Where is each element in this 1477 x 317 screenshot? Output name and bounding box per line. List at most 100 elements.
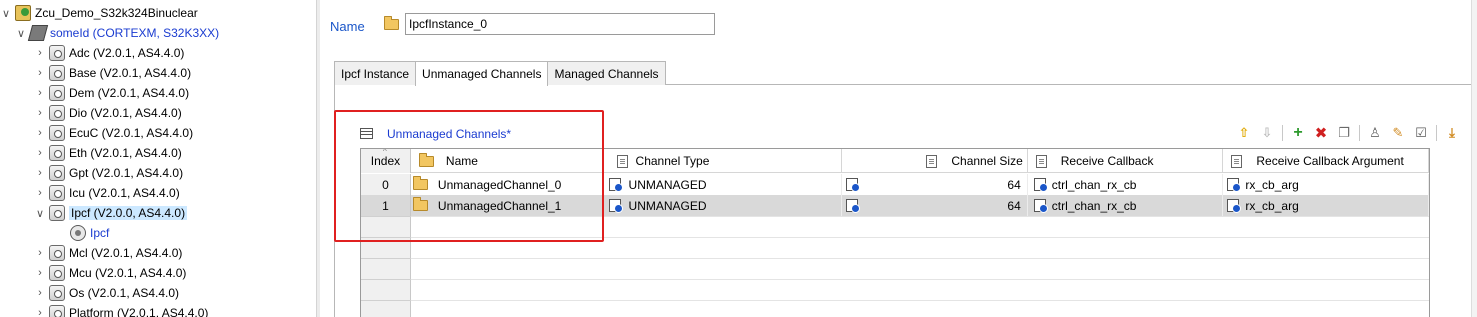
grid-line <box>411 258 1429 259</box>
tree-node-module[interactable]: › Platform (V2.0.1, AS4.4.0) <box>34 304 208 317</box>
tree-node-module[interactable]: › Gpt (V2.0.1, AS4.4.0) <box>34 164 183 182</box>
chevron-right-icon[interactable]: › <box>34 244 46 262</box>
chevron-down-icon[interactable]: ∨ <box>34 204 46 222</box>
tree-module-label: Eth (V2.0.1, AS4.4.0) <box>69 146 182 160</box>
grid-line <box>411 216 1429 217</box>
tree-node-project[interactable]: ∨ Zcu_Demo_S32k324Binuclear <box>0 4 198 22</box>
cell-receive-callback-label: ctrl_chan_rx_cb <box>1051 177 1137 192</box>
tree-module-label: Gpt (V2.0.1, AS4.4.0) <box>69 166 184 180</box>
toolbar-separator <box>1436 125 1437 141</box>
cell-receive-callback-argument-label: rx_cb_arg <box>1245 177 1299 192</box>
header-channel-size[interactable]: Channel Size <box>842 149 1028 173</box>
chevron-right-icon[interactable]: › <box>34 44 46 62</box>
tree-module-label: Icu (V2.0.1, AS4.4.0) <box>69 186 180 200</box>
tree-module-label: Mcl (V2.0.1, AS4.4.0) <box>69 246 183 260</box>
cell-name[interactable]: UnmanagedChannel_0 <box>411 174 603 195</box>
cell-channel-size-label: 64 <box>1007 198 1021 213</box>
tree-node-module[interactable]: › Mcu (V2.0.1, AS4.4.0) <box>34 264 186 282</box>
enum-value-icon <box>608 178 623 192</box>
cell-receive-callback[interactable]: ctrl_chan_rx_cb <box>1028 174 1224 195</box>
header-index[interactable]: Index ^ <box>361 149 411 173</box>
document-icon <box>1035 154 1047 168</box>
header-receive-callback[interactable]: Receive Callback <box>1028 149 1224 173</box>
tree-node-module[interactable]: › Icu (V2.0.1, AS4.4.0) <box>34 184 180 202</box>
tree-node-module[interactable]: › Eth (V2.0.1, AS4.4.0) <box>34 144 182 162</box>
folder-icon <box>412 176 428 190</box>
cell-name[interactable]: UnmanagedChannel_1 <box>411 195 603 216</box>
sort-indicator-icon: ^ <box>383 148 387 156</box>
chevron-right-icon[interactable]: › <box>34 84 46 102</box>
tree-node-ipcf-config[interactable]: Ipcf <box>70 224 109 242</box>
move-down-icon[interactable]: ⇩ <box>1259 125 1275 141</box>
tree-node-module[interactable]: › Mcl (V2.0.1, AS4.4.0) <box>34 244 182 262</box>
cell-channel-type[interactable]: UNMANAGED <box>603 195 843 216</box>
folder-icon <box>412 197 428 211</box>
tree-node-module[interactable]: › Dio (V2.0.1, AS4.4.0) <box>34 104 182 122</box>
tab-bar: Ipcf Instance Unmanaged Channels Managed… <box>334 61 666 86</box>
chevron-right-icon[interactable]: › <box>34 124 46 142</box>
tree-module-label: Dem (V2.0.1, AS4.4.0) <box>69 86 190 100</box>
tree-node-module[interactable]: › Adc (V2.0.1, AS4.4.0) <box>34 44 184 62</box>
tab-managed-channels[interactable]: Managed Channels <box>547 61 666 85</box>
cell-receive-callback-argument[interactable]: rx_cb_arg <box>1223 174 1429 195</box>
tree-module-label: Base (V2.0.1, AS4.4.0) <box>69 66 192 80</box>
chevron-right-icon[interactable]: › <box>34 184 46 202</box>
module-icon <box>49 205 65 221</box>
module-icon <box>49 165 65 181</box>
cell-receive-callback[interactable]: ctrl_chan_rx_cb <box>1028 195 1224 216</box>
chevron-right-icon[interactable]: › <box>34 104 46 122</box>
grid-line <box>361 237 411 238</box>
header-name[interactable]: Name <box>411 149 603 173</box>
cell-name-label: UnmanagedChannel_1 <box>437 198 562 213</box>
grid-line <box>411 279 1429 280</box>
tree-node-module[interactable]: › Os (V2.0.1, AS4.4.0) <box>34 284 179 302</box>
vertical-scrollbar[interactable] <box>1471 0 1477 317</box>
edit-icon[interactable]: ✎ <box>1390 125 1406 141</box>
user-icon[interactable]: ♙ <box>1367 125 1383 141</box>
string-value-icon <box>1227 178 1242 192</box>
tree-node-target[interactable]: ∨ someId (CORTEXM, S32K3XX) <box>15 24 219 42</box>
delete-icon[interactable]: ✖ <box>1313 125 1329 142</box>
cell-index: 0 <box>361 174 411 195</box>
cell-channel-size[interactable]: 64 <box>842 174 1028 195</box>
header-receive-callback-argument[interactable]: Receive Callback Argument <box>1223 149 1429 173</box>
copy-icon[interactable]: ❐ <box>1336 125 1352 141</box>
chevron-right-icon[interactable]: › <box>34 144 46 162</box>
tree-module-label: Dio (V2.0.1, AS4.4.0) <box>69 106 182 120</box>
chevron-down-icon[interactable]: ∨ <box>15 24 27 42</box>
chevron-right-icon[interactable]: › <box>34 304 46 317</box>
tree-target-label: someId (CORTEXM, S32K3XX) <box>50 26 220 40</box>
editor-pane: Name Ipcf Instance Unmanaged Channels Ma… <box>320 0 1477 317</box>
tree-node-module[interactable]: › Base (V2.0.1, AS4.4.0) <box>34 64 191 82</box>
cell-channel-type[interactable]: UNMANAGED <box>603 174 843 195</box>
header-channel-type[interactable]: Channel Type <box>603 149 843 173</box>
chip-icon <box>27 25 49 41</box>
chevron-right-icon[interactable]: › <box>34 264 46 282</box>
enum-value-icon <box>608 199 623 213</box>
cell-channel-size[interactable]: 64 <box>842 195 1028 216</box>
tree-node-module[interactable]: › EcuC (V2.0.1, AS4.4.0) <box>34 124 193 142</box>
move-up-icon[interactable]: ⇧ <box>1236 125 1252 141</box>
tree-node-module[interactable]: › Dem (V2.0.1, AS4.4.0) <box>34 84 189 102</box>
tab-unmanaged-channels[interactable]: Unmanaged Channels <box>415 61 549 86</box>
import-icon[interactable]: ⤓ <box>1444 125 1460 141</box>
chevron-right-icon[interactable]: › <box>34 164 46 182</box>
folder-icon <box>418 152 434 167</box>
table-row[interactable]: 1 UnmanagedChannel_1 UNMANAGED 64 ctrl_c… <box>361 195 1429 216</box>
tab-ipcf-instance[interactable]: Ipcf Instance <box>334 61 417 85</box>
chevron-down-icon[interactable]: ∨ <box>0 4 12 22</box>
chevron-right-icon[interactable]: › <box>34 284 46 302</box>
cell-receive-callback-label: ctrl_chan_rx_cb <box>1051 198 1137 213</box>
folder-icon <box>384 16 399 30</box>
name-input[interactable] <box>405 13 715 35</box>
grid-line <box>411 237 1429 238</box>
table-row[interactable]: 0 UnmanagedChannel_0 UNMANAGED 64 ctrl_c… <box>361 174 1429 195</box>
properties-icon[interactable]: ☑ <box>1413 125 1429 141</box>
chevron-right-icon[interactable]: › <box>34 64 46 82</box>
add-icon[interactable]: + <box>1290 124 1306 141</box>
config-icon <box>70 225 86 241</box>
grid-line <box>361 279 411 280</box>
module-icon <box>49 145 65 161</box>
cell-receive-callback-argument[interactable]: rx_cb_arg <box>1223 195 1429 216</box>
tree-node-module-ipcf[interactable]: ∨ Ipcf (V2.0.0, AS4.4.0) <box>34 204 188 222</box>
